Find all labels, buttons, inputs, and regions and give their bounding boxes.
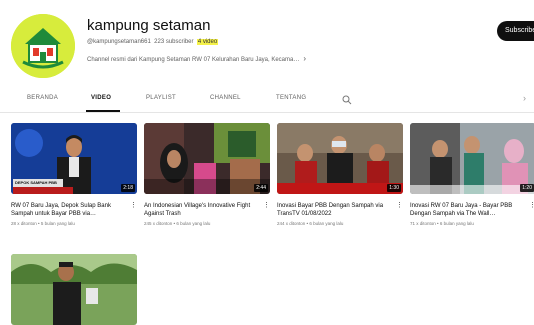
subscriber-count: 223 subscriber bbox=[154, 39, 194, 45]
tab-beranda[interactable]: BERANDA bbox=[27, 95, 58, 101]
video-thumbnail[interactable]: DEPOK SAMPAH PBB 2:18 bbox=[11, 123, 137, 194]
video-title[interactable]: Inovasi RW 07 Baru Jaya - Bayar PBB Deng… bbox=[410, 202, 526, 218]
video-title[interactable]: An Indonesian Village's Innovative Fight… bbox=[144, 202, 260, 218]
thumbnail-caption: DEPOK SAMPAH PBB bbox=[15, 180, 57, 185]
video-duration: 2:44 bbox=[254, 184, 268, 192]
video-duration: 2:18 bbox=[121, 184, 135, 192]
video-meta: 245 x ditonton • 6 bulan yang lalu bbox=[144, 221, 211, 226]
video-title[interactable]: Inovasi Bayar PBB Dengan Sampah via Tran… bbox=[277, 202, 393, 218]
tab-video[interactable]: VIDEO bbox=[91, 95, 111, 101]
tab-tentang[interactable]: TENTANG bbox=[276, 95, 306, 101]
more-vertical-icon[interactable]: ⋮ bbox=[396, 202, 403, 210]
chevron-right-icon[interactable]: › bbox=[523, 93, 526, 103]
video-meta: 71 x ditonton • 6 bulan yang lalu bbox=[410, 221, 474, 226]
video-duration: 1:20 bbox=[520, 184, 534, 192]
video-card[interactable]: 1:30 Inovasi Bayar PBB Dengan Sampah via… bbox=[277, 123, 403, 233]
more-vertical-icon[interactable]: ⋮ bbox=[263, 202, 270, 210]
chevron-right-icon: › bbox=[303, 54, 307, 63]
active-tab-indicator bbox=[86, 110, 120, 112]
channel-logo bbox=[11, 14, 75, 78]
subscribe-button[interactable]: Subscribe bbox=[497, 21, 534, 41]
video-card[interactable]: DEPOK SAMPAH PBB 2:18 RW 07 Baru Jaya, D… bbox=[11, 123, 137, 233]
video-thumbnail[interactable] bbox=[11, 254, 137, 325]
video-count: 4 video bbox=[196, 39, 219, 45]
channel-description[interactable]: Channel resmi dari Kampung Setaman RW 07… bbox=[87, 54, 306, 63]
channel-handle: @kampungsetaman661 bbox=[87, 39, 151, 45]
channel-description-text: Channel resmi dari Kampung Setaman RW 07… bbox=[87, 57, 300, 63]
tab-channel[interactable]: CHANNEL bbox=[210, 95, 241, 101]
video-meta: 244 x ditonton • 6 bulan yang lalu bbox=[277, 221, 344, 226]
video-card[interactable]: 1:20 Inovasi RW 07 Baru Jaya - Bayar PBB… bbox=[410, 123, 534, 233]
video-meta: 28 x ditonton • 5 bulan yang lalu bbox=[11, 221, 75, 226]
channel-tabs: BERANDA VIDEO PLAYLIST CHANNEL TENTANG › bbox=[0, 88, 534, 113]
video-card[interactable] bbox=[11, 254, 137, 325]
video-thumbnail[interactable]: 1:30 bbox=[277, 123, 403, 194]
video-duration: 1:30 bbox=[387, 184, 401, 192]
video-title[interactable]: RW 07 Baru Jaya, Depok Sulap Bank Sampah… bbox=[11, 202, 127, 218]
video-thumbnail[interactable]: 1:20 bbox=[410, 123, 534, 194]
more-vertical-icon[interactable]: ⋮ bbox=[130, 202, 137, 210]
video-card[interactable]: 2:44 An Indonesian Village's Innovative … bbox=[144, 123, 270, 233]
channel-avatar[interactable] bbox=[11, 14, 75, 78]
channel-name: kampung setaman bbox=[87, 17, 211, 34]
channel-meta: @kampungsetaman661 223 subscriber 4 vide… bbox=[87, 39, 219, 45]
search-icon[interactable] bbox=[342, 92, 352, 110]
more-vertical-icon[interactable]: ⋮ bbox=[529, 202, 534, 210]
video-thumbnail[interactable]: 2:44 bbox=[144, 123, 270, 194]
tab-playlist[interactable]: PLAYLIST bbox=[146, 95, 176, 101]
